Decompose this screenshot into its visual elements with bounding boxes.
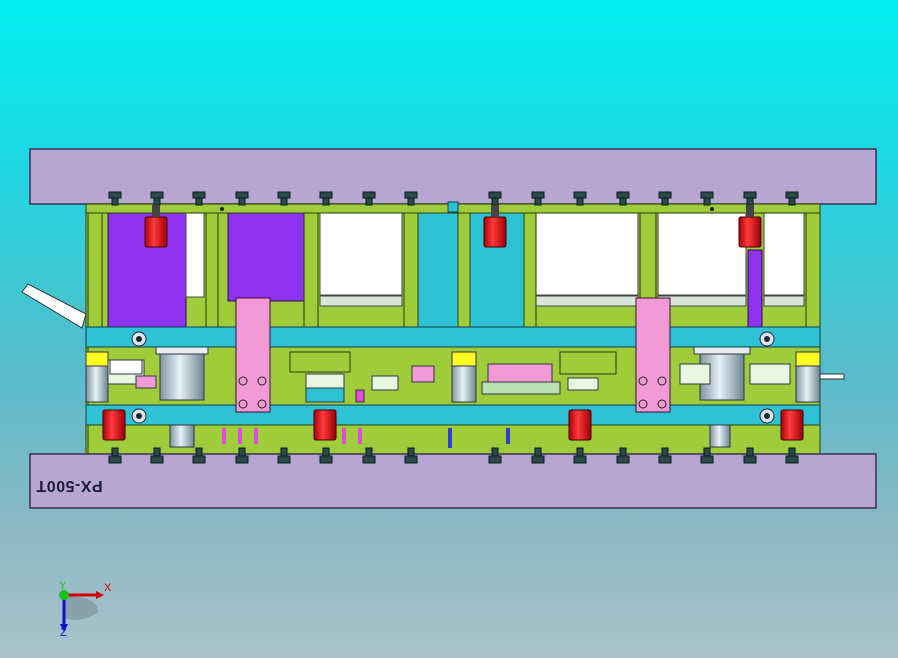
die-assembly-drawing (21, 148, 877, 632)
plate-label: PX-500T (36, 477, 103, 494)
mechanism-band (85, 345, 845, 410)
y-axis-label: Y (59, 580, 67, 592)
z-axis-label: Z (60, 627, 67, 639)
x-axis-label: X (104, 582, 112, 594)
axis-triad (59, 590, 104, 632)
